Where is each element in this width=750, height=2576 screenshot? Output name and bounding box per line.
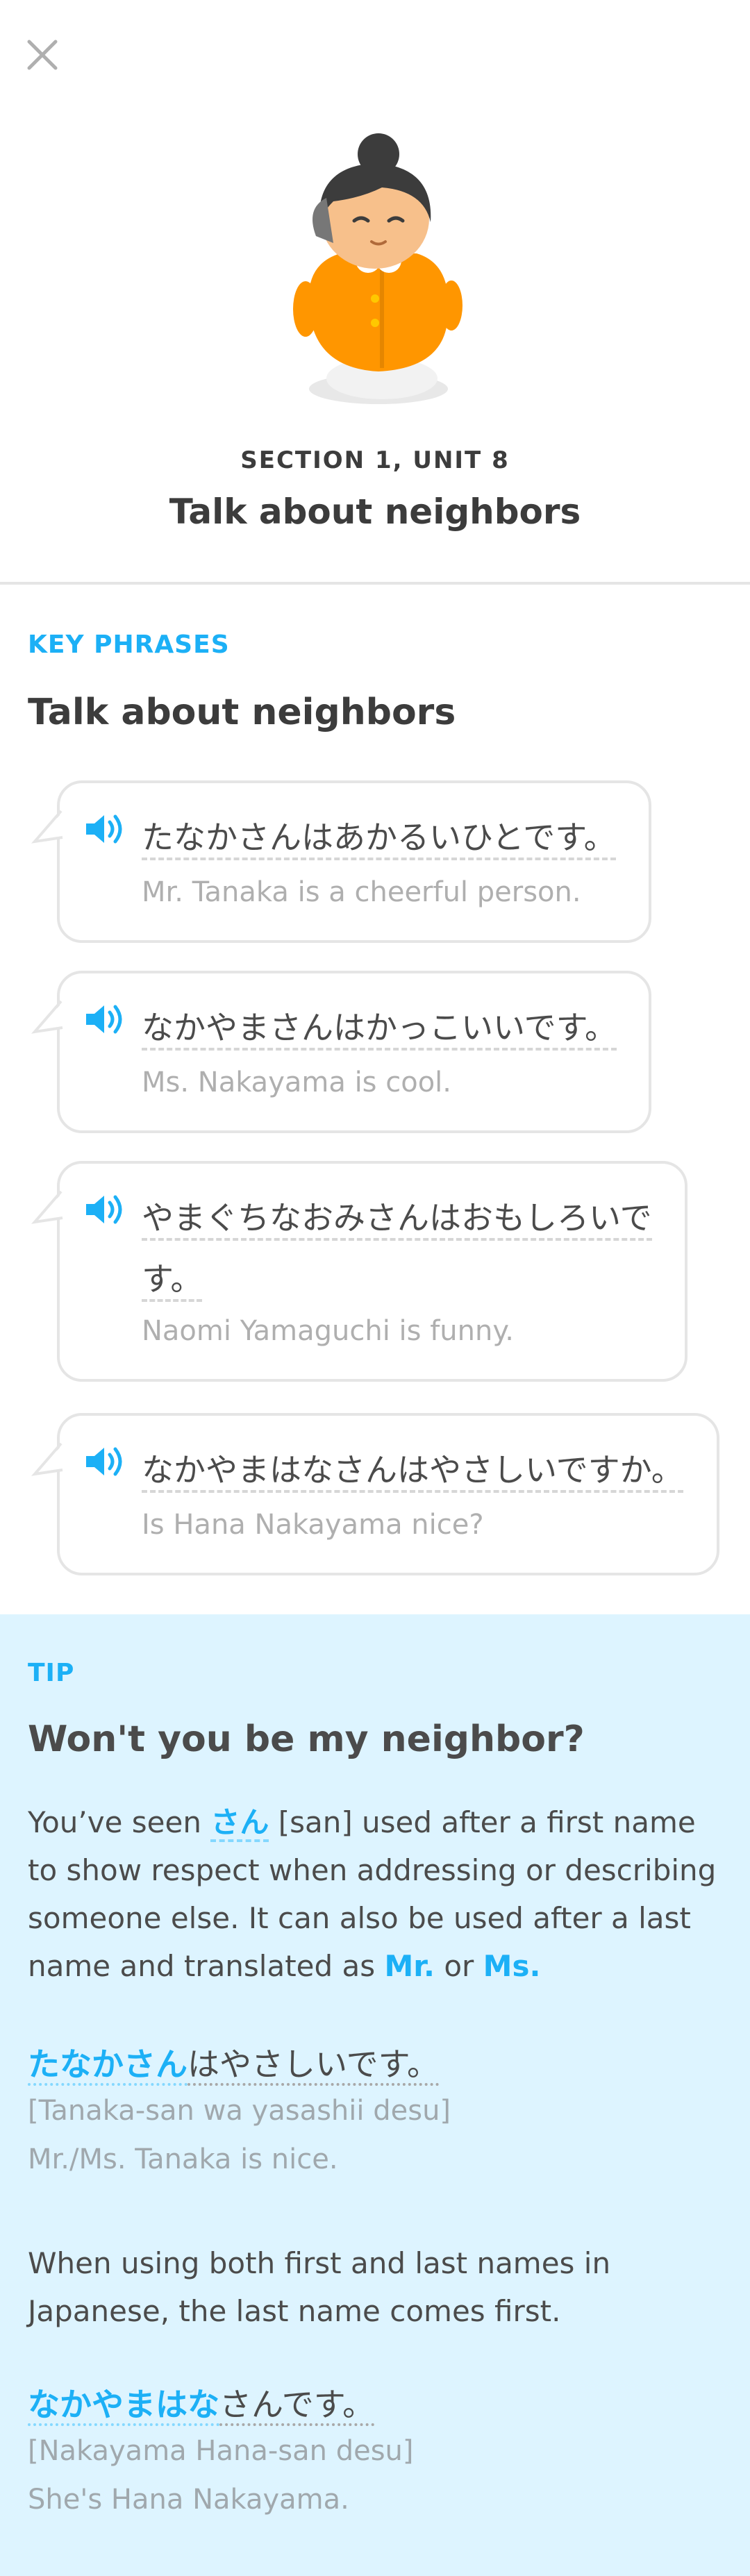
mr-highlight: Mr. xyxy=(384,1949,435,1983)
section-label: SECTION 1, UNIT 8 xyxy=(240,446,510,474)
example-japanese[interactable]: なかやまはなさんです。 xyxy=(28,2380,375,2426)
example-highlight: たなかさん xyxy=(28,2046,188,2086)
tip-section: TIP Won't you be my neighbor? You’ve see… xyxy=(0,1614,750,2576)
phrase-translation: Ms. Nakayama is cool. xyxy=(142,1067,451,1098)
speaker-icon[interactable] xyxy=(83,1191,125,1228)
example-japanese[interactable]: たなかさんはやさしいです。 xyxy=(28,2039,440,2086)
phrase-japanese[interactable]: たなかさんはあかるいひとです。 xyxy=(142,807,628,868)
phrase-translation: Is Hana Nakayama nice? xyxy=(142,1509,484,1541)
example-translation: Mr./Ms. Tanaka is nice. xyxy=(28,2143,338,2175)
example-rest: さんです。 xyxy=(219,2386,375,2426)
bubble-tail xyxy=(31,1000,63,1034)
example-rest: はやさしいです。 xyxy=(188,2046,440,2086)
divider xyxy=(0,582,750,585)
speaker-icon[interactable] xyxy=(83,1444,125,1480)
phrase-card: なかやまさんはかっこいいです。 Ms. Nakayama is cool. xyxy=(31,971,651,1133)
example-translation: She's Hana Nakayama. xyxy=(28,2484,349,2516)
example-romaji: [Nakayama Hana-san desu] xyxy=(28,2435,414,2467)
ms-highlight: Ms. xyxy=(483,1949,541,1983)
tip-paragraph: When using both first and last names in … xyxy=(28,2246,611,2328)
bubble-tail xyxy=(31,1442,63,1476)
tip-label: TIP xyxy=(28,1659,75,1687)
phrase-japanese[interactable]: なかやまはなさんはやさしいですか。 xyxy=(142,1439,696,1500)
tip-title: Won't you be my neighbor? xyxy=(28,1718,585,1760)
phrase-japanese[interactable]: やまぐちなおみさんはおもしろいで す。 xyxy=(142,1187,664,1310)
example-highlight: なかやまはな xyxy=(28,2386,219,2426)
character-illustration xyxy=(293,133,462,404)
bubble-tail xyxy=(31,810,63,844)
tip-paragraph: You’ve seen さん [san] used after a first … xyxy=(28,1798,722,1990)
phrase-card: やまぐちなおみさんはおもしろいで す。 Naomi Yamaguchi is fu… xyxy=(31,1161,688,1382)
key-phrases-label: KEY PHRASES xyxy=(28,630,230,659)
phrase-translation: Naomi Yamaguchi is funny. xyxy=(142,1315,515,1347)
speaker-icon[interactable] xyxy=(83,1001,125,1037)
bubble-tail xyxy=(31,1190,63,1224)
unit-title: Talk about neighbors xyxy=(169,492,581,532)
example-romaji: [Tanaka-san wa yasashii desu] xyxy=(28,2095,451,2127)
speaker-icon[interactable] xyxy=(83,811,125,847)
tip-text: You’ve seen xyxy=(28,1805,211,1839)
phrase-card: たなかさんはあかるいひとです。 Mr. Tanaka is a cheerful… xyxy=(31,780,651,943)
phrase-translation: Mr. Tanaka is a cheerful person. xyxy=(142,876,581,908)
phrase-card: なかやまはなさんはやさしいですか。 Is Hana Nakayama nice? xyxy=(31,1413,719,1575)
phrase-japanese[interactable]: なかやまさんはかっこいいです。 xyxy=(142,997,628,1058)
key-phrases-title: Talk about neighbors xyxy=(28,692,456,733)
san-highlight[interactable]: さん xyxy=(210,1805,269,1842)
tip-text: or xyxy=(434,1949,483,1983)
close-icon[interactable] xyxy=(21,33,64,76)
